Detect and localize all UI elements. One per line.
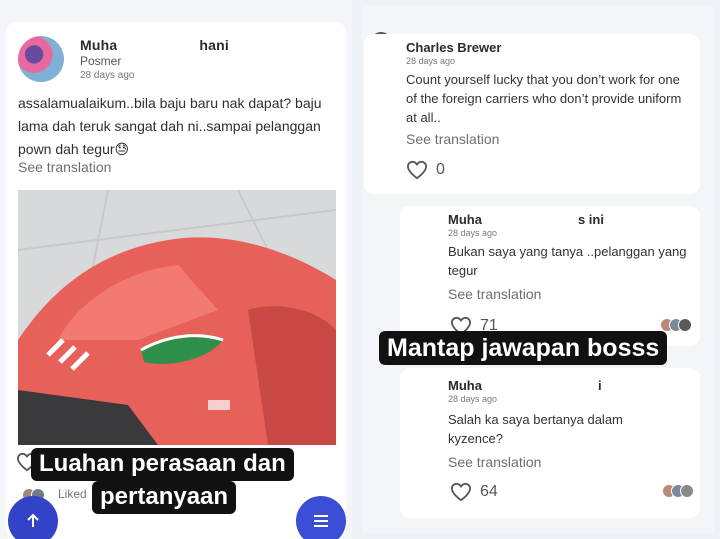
author-name-start: Muha — [448, 378, 482, 393]
comment-text: Bukan saya yang tanya ..pelanggan yang t… — [448, 244, 687, 278]
post-time: 28 days ago — [80, 70, 135, 81]
author-name-end: hani — [199, 37, 229, 53]
see-translation-link[interactable]: See translation — [406, 131, 499, 147]
post-body: assalamualaikum..bila baju baru nak dapa… — [18, 95, 322, 157]
see-translation-link[interactable]: See translation — [448, 286, 541, 302]
comment-author[interactable]: Muha s ini — [448, 212, 604, 227]
post-author-name[interactable]: Muha hani — [80, 37, 229, 53]
menu-icon — [314, 515, 328, 527]
comment-like-button[interactable]: 64 — [450, 482, 498, 502]
like-count: 64 — [480, 483, 498, 500]
comments-panel: Charles Brewer 28 days ago Count yoursel… — [362, 6, 714, 533]
reply-card: Muha i 28 days ago Salah ka saya bertanya… — [400, 368, 700, 518]
caption-line-1: Luahan perasaan dan — [31, 448, 294, 481]
author-name-start: Muha — [448, 212, 482, 227]
comment-time: 28 days ago — [406, 56, 456, 66]
comment-author[interactable]: Muha i — [448, 378, 602, 393]
torn-shirt-image — [18, 190, 336, 445]
reply-card: Muha s ini 28 days ago Bukan saya yang ta… — [400, 206, 700, 346]
author-name-end: i — [597, 378, 602, 393]
liker-avatars[interactable] — [662, 484, 694, 498]
post-photo[interactable] — [18, 190, 336, 445]
liked-label[interactable]: Liked — [58, 487, 87, 501]
author-name-start: Muha — [80, 37, 118, 53]
scroll-up-button[interactable] — [8, 496, 58, 539]
post-group[interactable]: Posmer — [80, 54, 121, 68]
caption-line-2: pertanyaan — [92, 481, 237, 514]
comment-author[interactable]: Charles Brewer — [406, 40, 501, 55]
comment-card: Charles Brewer 28 days ago Count yoursel… — [364, 34, 700, 194]
comment-like-button[interactable]: 0 — [406, 160, 445, 180]
author-avatar[interactable] — [18, 36, 64, 82]
screenshot-root: Muha hani Posmer 28 days ago assalamualai… — [0, 0, 720, 539]
heart-icon — [406, 160, 428, 180]
comment-time: 28 days ago — [448, 394, 498, 404]
author-name-end: s ini — [577, 212, 604, 227]
comment-text: Count yourself lucky that you don’t work… — [406, 72, 682, 125]
menu-button[interactable] — [296, 496, 346, 539]
see-translation-link[interactable]: See translation — [448, 454, 541, 470]
comment-time: 28 days ago — [448, 228, 498, 238]
see-translation-link[interactable]: See translation — [18, 159, 111, 175]
caption-right: Mantap jawapan bosss — [379, 331, 668, 365]
arrow-up-icon — [27, 513, 39, 527]
heart-icon — [450, 482, 472, 502]
like-count: 0 — [436, 161, 445, 178]
comment-text: Salah ka saya bertanya dalam kyzence? — [448, 412, 623, 446]
redaction — [117, 38, 200, 50]
liker-avatars[interactable] — [660, 318, 692, 332]
